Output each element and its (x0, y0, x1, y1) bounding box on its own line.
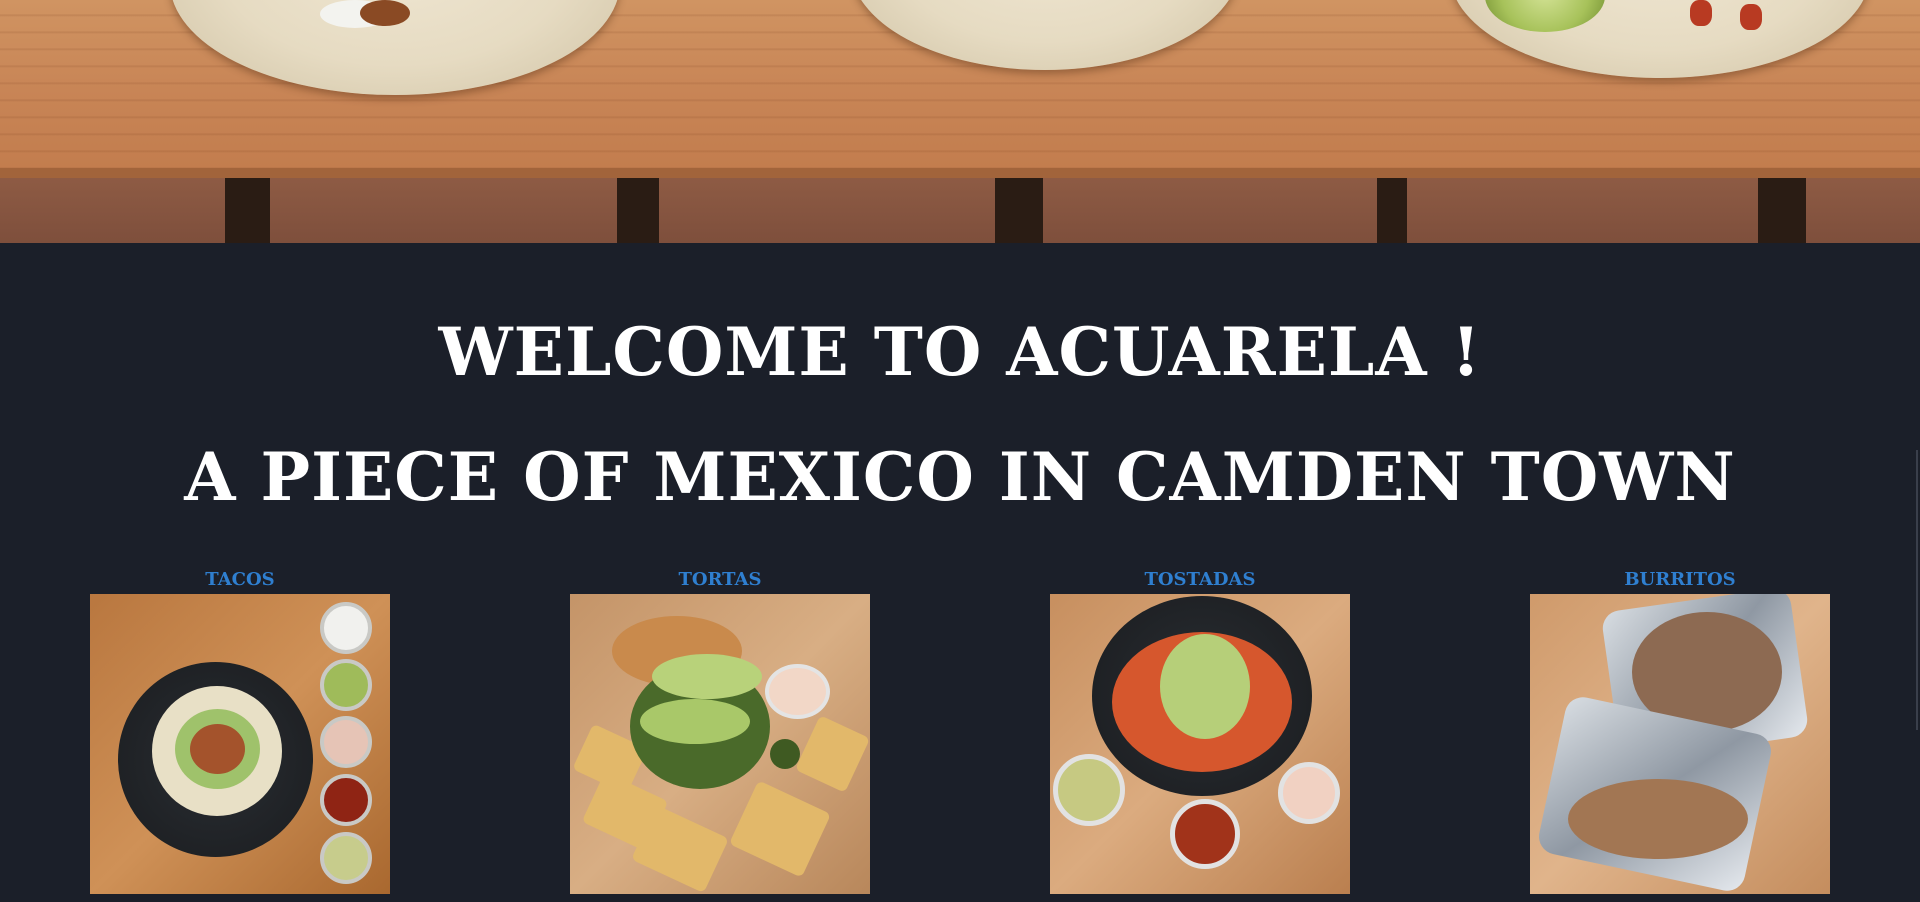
tortilla-chip (794, 715, 870, 793)
burritos-image[interactable] (1530, 594, 1830, 894)
salsa-cup-pink (1278, 762, 1340, 824)
slat-gap (1758, 178, 1806, 243)
salsa-cup-verde (320, 832, 372, 884)
avocado-slice (652, 654, 762, 699)
table-slats (0, 178, 1920, 243)
scrollbar[interactable] (1916, 450, 1918, 730)
menu-card-burritos[interactable]: BURRITOS (1530, 567, 1830, 894)
tortas-image[interactable] (570, 594, 870, 894)
tortilla-chip (728, 780, 832, 878)
menu-link-tostadas[interactable]: TOSTADAS (1050, 567, 1350, 593)
menu-link-tacos[interactable]: TACOS (90, 567, 390, 593)
salsa-cup-pink (320, 716, 372, 768)
salsa-cup-green (320, 659, 372, 711)
slat-gap (617, 178, 659, 243)
tostadas-image[interactable] (1050, 594, 1350, 894)
slat-gap (225, 178, 270, 243)
jalapeno (770, 739, 800, 769)
menu-card-tacos[interactable]: TACOS (90, 567, 390, 894)
burrito-filling (1568, 779, 1748, 859)
menu-card-tostadas[interactable]: TOSTADAS (1050, 567, 1350, 894)
salsa-cup (765, 664, 830, 719)
avocado-slice (640, 699, 750, 744)
welcome-heading: WELCOME TO ACUARELA ! (438, 313, 1482, 391)
slat-gap (995, 178, 1043, 243)
salsa-cup-red (1170, 799, 1240, 869)
menu-card-tortas[interactable]: TORTAS (570, 567, 870, 894)
welcome-subheading: A PIECE OF MEXICO IN CAMDEN TOWN (184, 438, 1736, 516)
meat-topping (360, 0, 410, 26)
hero-banner-image (0, 0, 1920, 243)
tacos-image[interactable] (90, 594, 390, 894)
guacamole (1160, 634, 1250, 739)
salsa-cup-red (320, 774, 372, 826)
table-edge (0, 168, 1920, 178)
slat-gap (1377, 178, 1407, 243)
salsa-cup-green (1053, 754, 1125, 826)
chili-piece (1740, 4, 1762, 30)
chili-piece (1690, 0, 1712, 26)
salsa-cup-white (320, 602, 372, 654)
menu-link-burritos[interactable]: BURRITOS (1530, 567, 1830, 593)
menu-link-tortas[interactable]: TORTAS (570, 567, 870, 593)
meat-filling (190, 724, 245, 774)
